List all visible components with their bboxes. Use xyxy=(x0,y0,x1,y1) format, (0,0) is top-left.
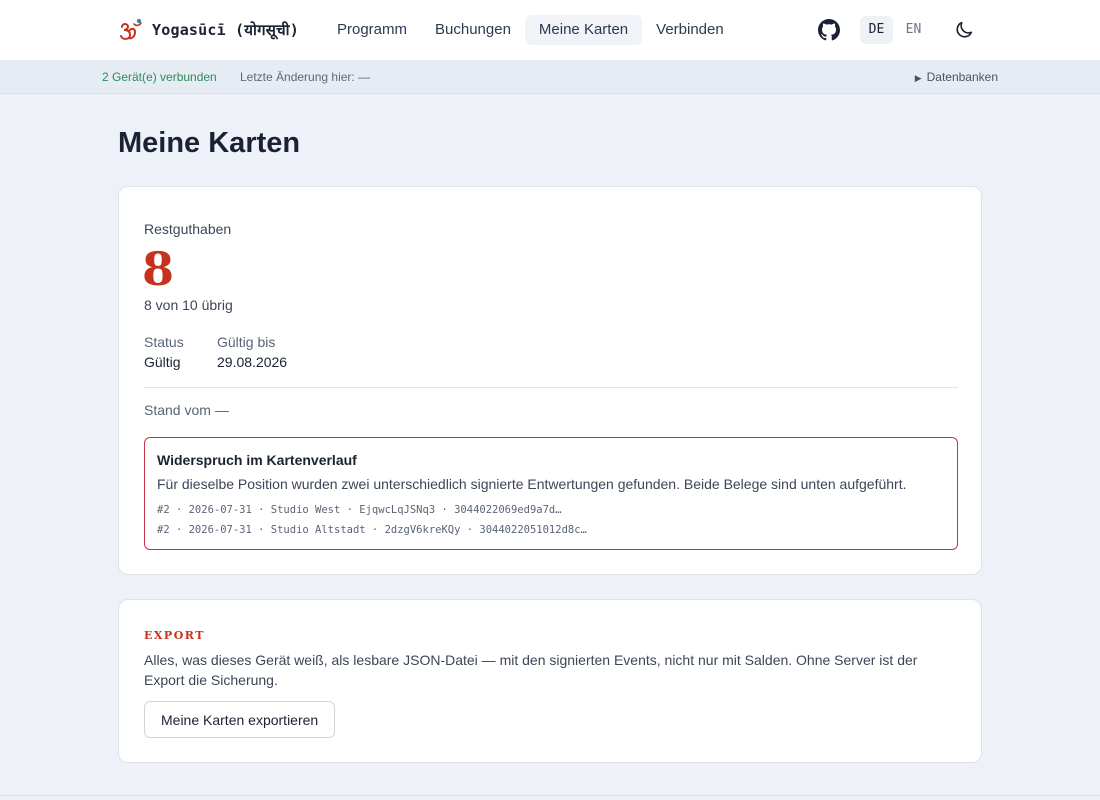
brand[interactable]: Yogasūcī (योगसूची) xyxy=(118,18,299,42)
conflict-description: Für dieselbe Position wurden zwei unters… xyxy=(157,476,907,492)
conflict-entry: #2 · 2026-07-31 · Studio Altstadt · 2dzg… xyxy=(157,524,587,536)
sync-status-bar: 2 Gerät(e) verbunden Letzte Änderung hie… xyxy=(0,61,1100,94)
valid-until-label: Gültig bis xyxy=(217,334,276,350)
databases-toggle[interactable]: ▶ Datenbanken xyxy=(915,61,998,94)
footer-divider xyxy=(0,795,1100,796)
app-name: Yogasūcī (योगसूची) xyxy=(152,21,299,39)
main-nav: Programm Buchungen Meine Karten Verbinde… xyxy=(323,15,738,45)
last-updated-text: Stand vom — xyxy=(144,402,229,418)
export-cards-button[interactable]: Meine Karten exportieren xyxy=(144,701,336,738)
conflict-entry: #2 · 2026-07-31 · Studio West · EjqwcLqJ… xyxy=(157,504,562,516)
triangle-right-icon: ▶ xyxy=(914,73,922,83)
export-panel: EXPORT Alles, was dieses Gerät weiß, als… xyxy=(118,599,982,763)
valid-until-field: Gültig bis 29.08.2026 xyxy=(217,333,287,371)
nav-item-meine-karten[interactable]: Meine Karten xyxy=(524,15,643,45)
language-switcher: DE EN xyxy=(860,16,930,44)
last-change-info: Letzte Änderung hier: — xyxy=(240,70,371,84)
om-logo-icon xyxy=(120,18,142,40)
databases-toggle-label: Datenbanken xyxy=(926,70,998,84)
export-heading: EXPORT xyxy=(144,629,205,642)
sync-status: 2 Gerät(e) verbunden xyxy=(102,70,217,84)
page-title: Meine Karten xyxy=(118,127,301,159)
status-label: Status xyxy=(144,334,184,350)
github-icon[interactable] xyxy=(818,19,840,41)
status-value: Gültig xyxy=(144,354,181,370)
card-balance-panel: Restguthaben 8 8 von 10 übrig Status Gül… xyxy=(118,186,982,575)
conflict-title: Widerspruch im Kartenverlauf xyxy=(157,452,357,468)
balance-label: Restguthaben xyxy=(144,221,232,237)
balance-remaining-text: 8 von 10 übrig xyxy=(144,297,233,313)
conflict-alert: Widerspruch im Kartenverlauf Für dieselb… xyxy=(144,437,958,550)
nav-item-verbinden[interactable]: Verbinden xyxy=(642,15,738,45)
export-description: Alles, was dieses Gerät weiß, als lesbar… xyxy=(144,652,918,688)
top-navigation-bar: Yogasūcī (योगसूची) Programm Buchungen Me… xyxy=(0,0,1100,61)
lang-en-button[interactable]: EN xyxy=(897,16,930,44)
nav-item-buchungen[interactable]: Buchungen xyxy=(421,15,525,45)
status-field: Status Gültig xyxy=(144,333,184,371)
valid-until-value: 29.08.2026 xyxy=(217,354,288,370)
divider xyxy=(144,387,958,388)
balance-value: 8 xyxy=(142,242,175,296)
lang-de-button[interactable]: DE xyxy=(860,16,893,44)
nav-item-programm[interactable]: Programm xyxy=(323,15,421,45)
moon-icon[interactable] xyxy=(953,19,975,41)
